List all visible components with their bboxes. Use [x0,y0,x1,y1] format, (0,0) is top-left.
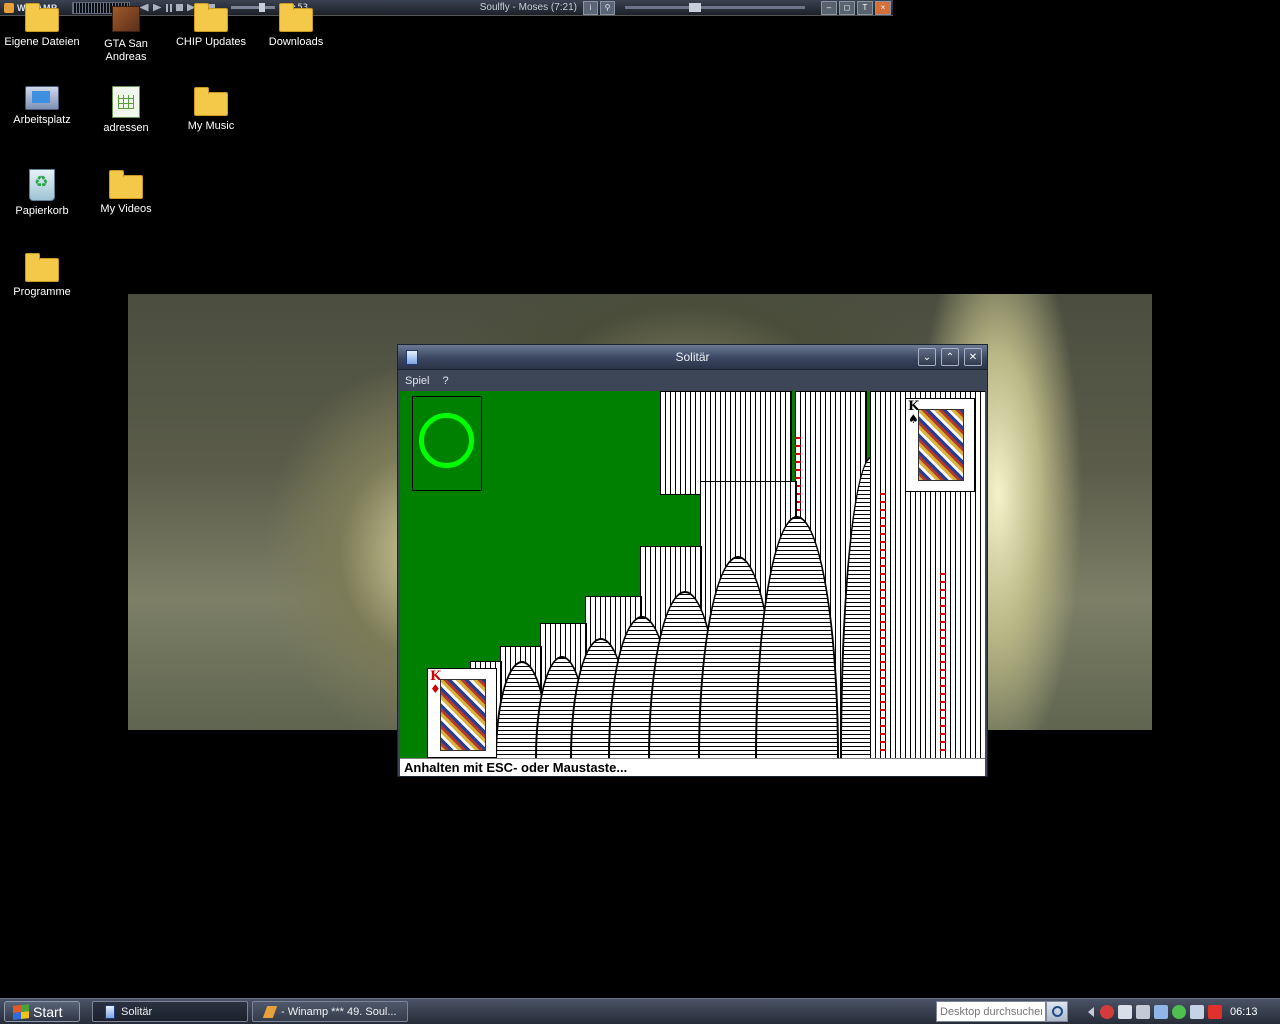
stop-icon[interactable] [175,4,183,11]
folder-icon [109,170,143,199]
antivirus-tray-icon[interactable] [1100,1004,1114,1019]
start-label: Start [33,1003,63,1020]
spreadsheet-icon [112,86,140,118]
window-title: Solitär [675,350,710,364]
window-tray-icon[interactable] [1118,1004,1132,1019]
taskbar-item-solitaire[interactable]: Solitär [92,1001,248,1022]
start-button[interactable]: Start [4,1001,80,1022]
computer-icon [25,86,59,110]
search-tray-icon[interactable] [1190,1004,1204,1019]
recycle-bin-icon [29,169,55,201]
play-icon[interactable] [152,3,162,12]
song-title: Soulfly - Moses (7:21) [479,2,577,13]
search-icon[interactable] [1046,1001,1068,1022]
desktop-icon-label: My Videos [100,203,152,215]
desktop-icon-adressen[interactable]: adressen [84,86,168,135]
winamp-close-button[interactable]: × [875,0,891,15]
info-button[interactable]: i [583,0,598,15]
game-icon [112,6,140,32]
taskbar-item-label: - Winamp *** 49. Soul... [281,1005,397,1018]
winamp-bolt-icon [4,2,14,13]
network-tray-icon[interactable] [1154,1004,1168,1019]
desktop-icon-label: My Music [187,120,235,132]
king-of-diamonds-card[interactable]: K ♦ [427,668,497,758]
desktop-icon-eigene-dateien[interactable]: Eigene Dateien [0,3,84,49]
system-tray: 06:13 [1088,1001,1280,1022]
card-trail-pips [940,571,946,751]
solitaire-title-bar[interactable]: Solitär ⌄ ⌃ ✕ [398,345,987,370]
seek-knob[interactable] [258,3,265,12]
solitaire-app-icon [105,1004,115,1019]
tray-expand-icon[interactable] [1088,1006,1094,1017]
close-button[interactable]: ✕ [964,348,982,366]
stock-pile[interactable] [412,396,482,491]
volume-knob[interactable] [689,3,701,12]
previous-icon[interactable] [139,3,149,12]
desktop-icon-arbeitsplatz[interactable]: Arbeitsplatz [0,86,84,127]
taskbar-item-winamp[interactable]: - Winamp *** 49. Soul... [252,1001,408,1022]
winamp-minimize-button[interactable]: – [821,0,837,15]
winamp-shade-button[interactable]: ◻ [839,0,855,15]
jump-search-button[interactable]: ⚲ [600,0,615,15]
desktop-icon-my-videos[interactable]: My Videos [84,169,168,216]
solitaire-app-icon[interactable] [406,350,418,365]
zonealarm-tray-icon[interactable] [1136,1004,1150,1019]
desktop-icon-label: adressen [103,122,149,134]
folder-icon [25,253,59,282]
card-trail-pips [880,491,886,751]
seek-slider[interactable] [230,3,275,12]
folder-icon [194,87,228,116]
desktop-icon-label: Papierkorb [15,205,69,217]
volume-slider[interactable] [625,3,805,12]
desktop-search-input[interactable] [936,1001,1046,1022]
status-tray-icon[interactable] [1172,1004,1186,1019]
desktop-icon-chip-updates[interactable]: CHIP Updates [169,3,253,49]
taskbar-item-label: Solitär [121,1005,153,1018]
game-felt[interactable]: K ♠ K ♦ [400,391,985,758]
desktop-search [936,1001,1070,1022]
folder-icon [279,3,313,32]
minimize-button[interactable]: ⌄ [918,348,936,366]
desktop-icon-my-music[interactable]: My Music [169,86,253,133]
clock: 06:13 [1230,1005,1258,1018]
desktop-icon-label: Downloads [268,36,324,48]
desktop-icon-label: Eigene Dateien [4,36,80,48]
desktop-icon-programme[interactable]: Programme [0,252,84,299]
folder-icon [194,3,228,32]
antivir-tray-icon[interactable] [1208,1004,1222,1019]
folder-icon [25,3,59,32]
winamp-ontop-button[interactable]: T [857,0,873,15]
king-face-icon [918,409,964,481]
desktop-icon-label: CHIP Updates [175,36,247,48]
pause-icon[interactable] [165,3,172,12]
menu-help[interactable]: ? [435,375,454,387]
taskbar: Start Solitär - Winamp *** 49. Soul... 0… [0,998,1280,1024]
king-of-spades-card[interactable]: K ♠ [905,398,975,492]
desktop-icon-label: Arbeitsplatz [13,114,71,126]
desktop-icon-label: GTA San Andreas [104,38,148,63]
menu-spiel[interactable]: Spiel [398,375,435,387]
redeal-ring-icon [419,413,474,468]
desktop-icon-label: Programme [13,286,71,298]
desktop-icon-downloads[interactable]: Downloads [254,3,338,49]
desktop-icon-papierkorb[interactable]: Papierkorb [0,169,84,218]
maximize-button[interactable]: ⌃ [941,348,959,366]
desktop-icon-gta[interactable]: GTA San Andreas [84,6,168,64]
card-trail [660,391,792,495]
menu-bar: Spiel ? [398,370,987,392]
windows-flag-icon [13,1003,29,1020]
solitaire-window[interactable]: Solitär ⌄ ⌃ ✕ Spiel ? K ♠ K ♦ Anhalten m… [397,344,988,777]
status-bar: Anhalten mit ESC- oder Maustaste... [400,758,985,776]
winamp-app-icon [262,1005,278,1018]
king-face-icon [440,679,486,751]
